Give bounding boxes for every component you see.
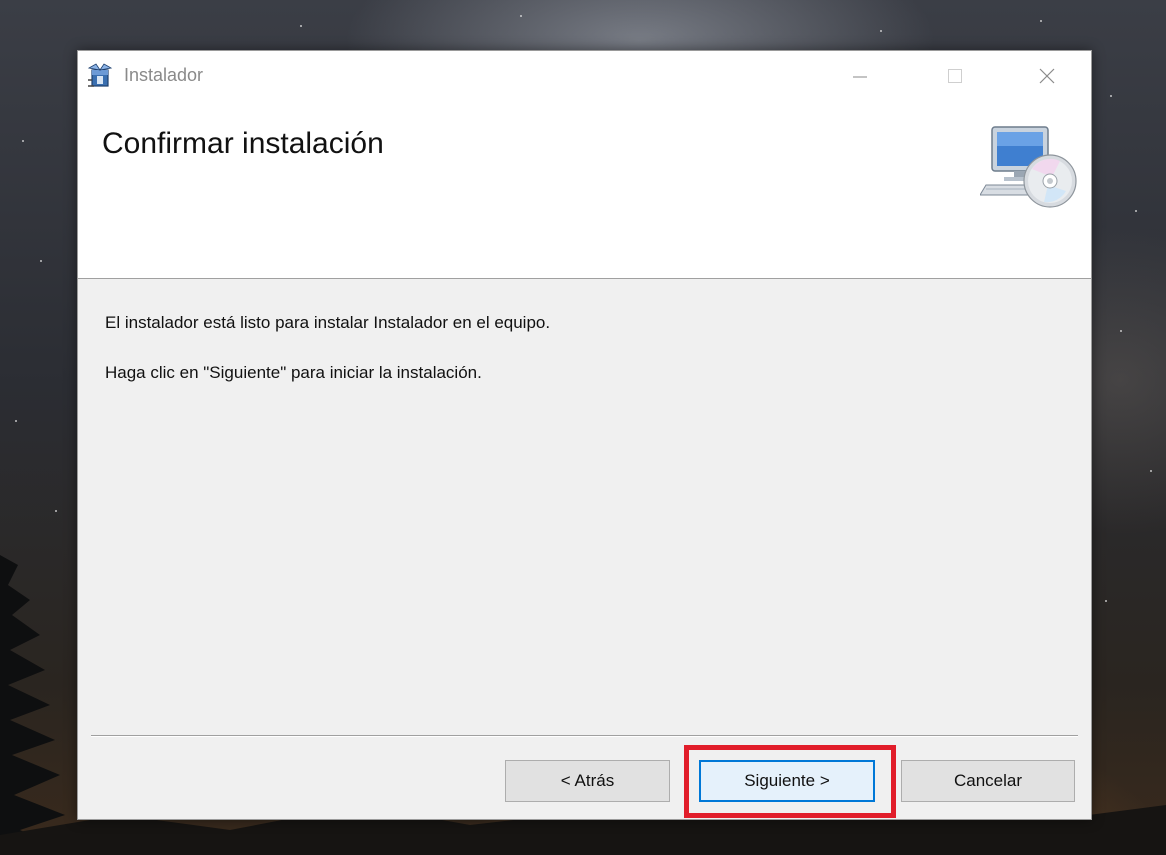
star <box>22 140 24 142</box>
minimize-button[interactable] <box>831 51 889 101</box>
star <box>1110 95 1112 97</box>
star <box>520 15 522 17</box>
footer-divider <box>91 735 1078 737</box>
minimize-icon <box>853 76 867 78</box>
info-text-instructions: Haga clic en "Siguiente" para iniciar la… <box>105 363 482 382</box>
cancel-button[interactable]: Cancelar <box>901 760 1075 802</box>
desktop-background: Instalador Confirmar instalación El inst… <box>0 0 1166 855</box>
star <box>15 420 17 422</box>
window-title: Instalador <box>124 65 204 85</box>
info-text-ready: El instalador está listo para instalar I… <box>105 313 551 332</box>
star <box>55 510 57 512</box>
maximize-icon <box>948 69 962 83</box>
installer-box-icon <box>87 63 113 87</box>
star <box>40 260 42 262</box>
star <box>1150 470 1152 472</box>
maximize-button[interactable] <box>926 51 984 101</box>
star <box>300 25 302 27</box>
star <box>880 30 882 32</box>
installer-window: Instalador Confirmar instalación El inst… <box>77 50 1092 820</box>
star <box>1040 20 1042 22</box>
back-button[interactable]: < Atrás <box>505 760 670 802</box>
close-icon <box>1039 68 1055 84</box>
page-title: Confirmar instalación <box>102 127 384 160</box>
star <box>1135 210 1137 212</box>
wizard-header: Confirmar instalación <box>78 101 1091 279</box>
star <box>1105 600 1107 602</box>
wizard-content: El instalador está listo para instalar I… <box>105 313 1065 413</box>
highlight-box <box>684 745 896 818</box>
close-button[interactable] <box>1018 51 1076 101</box>
star <box>1120 330 1122 332</box>
title-bar[interactable]: Instalador <box>78 51 1091 101</box>
computer-disc-icon <box>980 126 1077 208</box>
